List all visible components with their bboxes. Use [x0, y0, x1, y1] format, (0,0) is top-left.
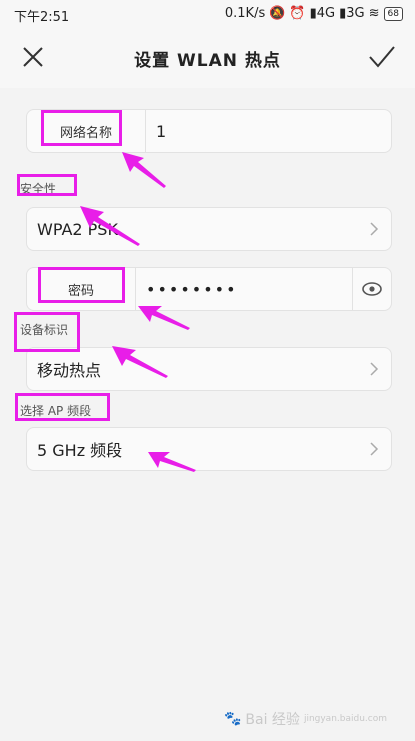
signal-3g-icon: ▮3G — [339, 6, 365, 21]
wifi-icon: ≋ — [368, 6, 380, 21]
highlight-security — [17, 174, 77, 196]
network-speed: 0.1K/s — [224, 6, 266, 21]
arrow-icon — [112, 346, 168, 378]
arrow-icon — [138, 306, 190, 330]
chevron-right-icon — [370, 362, 379, 376]
device-id-value: 移动热点 — [37, 361, 102, 380]
mute-icon: 🔕 — [269, 6, 286, 21]
highlight-band — [15, 393, 110, 421]
highlight-password — [38, 267, 125, 303]
highlight-device-id — [14, 312, 80, 352]
highlight-network-name — [41, 110, 122, 146]
check-icon[interactable] — [367, 42, 397, 72]
show-password-button[interactable] — [352, 268, 391, 310]
arrow-icon — [122, 152, 166, 188]
band-value: 5 GHz 频段 — [37, 441, 123, 460]
status-bar: 下午2:51 0.1K/s 🔕 ⏰ ▮4G ▮3G ≋ 68 — [0, 0, 415, 28]
paw-icon: 🐾 — [223, 711, 242, 727]
arrow-icon — [148, 452, 196, 472]
network-name-input[interactable]: 1 — [146, 110, 391, 152]
status-icons: 0.1K/s 🔕 ⏰ ▮4G ▮3G ≋ 68 — [225, 6, 403, 21]
chevron-right-icon — [370, 442, 379, 456]
page-title: 设置 WLAN 热点 — [134, 51, 281, 71]
eye-icon — [362, 282, 382, 296]
signal-4g-icon: ▮4G — [309, 6, 336, 21]
title-bar: 设置 WLAN 热点 — [0, 28, 415, 88]
baidu-watermark: 🐾 Bai 经验 jingyan.baidu.com — [223, 711, 387, 728]
device-id-select[interactable]: 移动热点 — [26, 347, 392, 391]
arrow-icon — [80, 206, 140, 246]
battery-icon: 68 — [383, 6, 403, 21]
status-time: 下午2:51 — [14, 10, 70, 25]
chevron-right-icon — [370, 222, 379, 236]
band-select[interactable]: 5 GHz 频段 — [26, 427, 392, 471]
alarm-icon: ⏰ — [289, 6, 306, 21]
